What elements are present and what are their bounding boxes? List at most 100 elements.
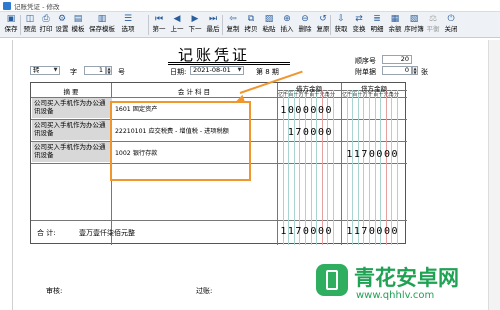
- chevron-down-icon[interactable]: ▼: [52, 67, 59, 74]
- total-label: 合 计:: [37, 229, 56, 237]
- toolbar-button-label: 关闭: [444, 25, 458, 33]
- digit-gridline: [352, 90, 354, 245]
- transform-icon: ⇄: [355, 14, 363, 24]
- total-words: 壹万壹仟柒佰元整: [79, 229, 135, 237]
- watermark-url: www.qhhlv.com: [356, 290, 435, 301]
- toolbar-button-label: 明细: [370, 25, 384, 33]
- attachments-unit: 张: [421, 68, 428, 76]
- title-bar: 记账凭证 - 修改: [0, 0, 500, 12]
- close-icon: ⏻: [447, 14, 455, 24]
- row-divider: [31, 220, 407, 221]
- balance-check-icon: ⚖: [428, 14, 438, 24]
- last-icon: ⏭: [208, 14, 218, 24]
- title-underline: [168, 62, 290, 65]
- toolbar-separator: [20, 15, 21, 35]
- toolbar-button-paste[interactable]: ▨ 粘贴: [260, 13, 278, 37]
- restore-icon: ↺: [319, 14, 327, 24]
- toolbar-button-label: 复原: [316, 25, 330, 33]
- window-title: 记账凭证 - 修改: [14, 3, 60, 11]
- preview-icon: ◫: [25, 14, 35, 24]
- toolbar-button-balance-check: ⚖ 平衡: [424, 13, 442, 37]
- toolbar-button-label: 下一: [188, 25, 202, 33]
- toolbar-button-detail[interactable]: ≣ 明细: [368, 13, 386, 37]
- toolbar-button-prev[interactable]: ◀ 上一: [168, 13, 186, 37]
- summary-header: 摘 要: [63, 88, 79, 96]
- toolbar: ▣ 保存 ◫ 预览 ⎙ 打印 ⚙ 设置 ▤ 模板 ▥ 保存模板 ☰ 选项 ⏮ 第一 ◀ 上一 ▶ 下一 ⏭ 最后 ⇦ 复制 ⧉ 拷…: [0, 12, 500, 38]
- paste-icon: ▨: [264, 14, 274, 24]
- first-icon: ⏮: [154, 14, 164, 24]
- debit-digit-labels: 亿千百十万千百十元角分: [278, 92, 336, 98]
- toolbar-button-options[interactable]: ☰ 选项: [118, 13, 138, 37]
- digit-gridline: [374, 90, 376, 245]
- voucher-number-field[interactable]: 1: [84, 66, 106, 75]
- toolbar-button-print[interactable]: ⎙ 打印: [38, 13, 54, 37]
- toolbar-button-label: 第一: [152, 25, 166, 33]
- digit-gridline: [346, 90, 348, 245]
- calendar-dropdown-icon[interactable]: ▼: [236, 67, 243, 74]
- digit-gridline: [385, 90, 387, 245]
- toolbar-button-label: 插入: [280, 25, 294, 33]
- number-label: 号: [118, 68, 125, 76]
- toolbar-button-label: 序时簿: [404, 25, 424, 33]
- toolbar-button-label: 模板: [71, 25, 85, 33]
- attachments-field[interactable]: 0: [382, 66, 412, 75]
- toolbar-button-save[interactable]: ▣ 保存: [2, 13, 20, 37]
- toolbar-button-label: 打印: [39, 25, 53, 33]
- insert-icon: ⊕: [283, 14, 291, 24]
- attachments-spinner[interactable]: ▲ ▼: [412, 66, 418, 75]
- toolbar-button-fetch[interactable]: ⇩ 获取: [332, 13, 350, 37]
- toolbar-button-label: 平衡: [426, 25, 440, 33]
- copy-icon: ⇦: [229, 14, 237, 24]
- toolbar-button-first[interactable]: ⏮ 第一: [150, 13, 168, 37]
- fetch-icon: ⇩: [337, 14, 345, 24]
- toolbar-button-settings[interactable]: ⚙ 设置: [54, 13, 70, 37]
- prev-icon: ◀: [173, 14, 181, 24]
- toolbar-button-close[interactable]: ⏻ 关闭: [442, 13, 460, 37]
- journal-icon: ▧: [409, 14, 419, 24]
- toolbar-button-preview[interactable]: ◫ 预览: [22, 13, 38, 37]
- toolbar-button-transform[interactable]: ⇄ 变换: [350, 13, 368, 37]
- sequence-field[interactable]: 20: [382, 55, 412, 64]
- toolbar-button-duplicate[interactable]: ⧉ 拷贝: [242, 13, 260, 37]
- summary-cell: 公司买入手机作为办公通讯设备: [32, 98, 112, 118]
- toolbar-button-balance[interactable]: ▦ 余额: [386, 13, 404, 37]
- toolbar-button-next[interactable]: ▶ 下一: [186, 13, 204, 37]
- balance-icon: ▦: [390, 14, 400, 24]
- settings-icon: ⚙: [57, 14, 67, 24]
- toolbar-button-journal[interactable]: ▧ 序时簿: [404, 13, 424, 37]
- toolbar-button-label: 上一: [170, 25, 184, 33]
- toolbar-button-label: 复制: [226, 25, 240, 33]
- toolbar-button-save-template[interactable]: ▥ 保存模板: [86, 13, 118, 37]
- toolbar-button-label: 粘贴: [262, 25, 276, 33]
- template-icon: ▤: [73, 14, 83, 24]
- digit-gridline: [380, 90, 382, 245]
- debit-amount: 1000000: [280, 105, 333, 116]
- options-icon: ☰: [123, 14, 133, 24]
- toolbar-button-label: 拷贝: [244, 25, 258, 33]
- toolbar-button-label: 最后: [206, 25, 220, 33]
- total-debit: 1170000: [280, 226, 333, 237]
- delete-icon: ⊖: [301, 14, 309, 24]
- toolbar-button-delete[interactable]: ⊖ 删除: [296, 13, 314, 37]
- print-icon: ⎙: [42, 14, 50, 24]
- sequence-label: 顺序号: [355, 57, 376, 65]
- save-icon: ▣: [6, 14, 16, 24]
- watermark-name: 青花安卓网: [354, 266, 459, 290]
- toolbar-button-label: 保存模板: [89, 25, 115, 33]
- toolbar-button-restore[interactable]: ↺ 复原: [314, 13, 332, 37]
- toolbar-button-label: 删除: [298, 25, 312, 33]
- summary-cell: 公司买入手机作为办公通讯设备: [32, 120, 112, 140]
- toolbar-button-last[interactable]: ⏭ 最后: [204, 13, 222, 37]
- next-icon: ▶: [191, 14, 199, 24]
- toolbar-button-template[interactable]: ▤ 模板: [70, 13, 86, 37]
- toolbar-button-copy[interactable]: ⇦ 复制: [224, 13, 242, 37]
- date-label: 日期:: [170, 68, 187, 76]
- number-spinner[interactable]: ▲ ▼: [106, 66, 112, 75]
- toolbar-button-label: 设置: [55, 25, 69, 33]
- toolbar-button-insert[interactable]: ⊕ 插入: [278, 13, 296, 37]
- reviewer-label: 审核:: [46, 287, 63, 295]
- column-divider: [341, 83, 342, 245]
- highlight-box: [110, 101, 251, 181]
- toolbar-button-label: 变换: [352, 25, 366, 33]
- toolbar-button-label: 预览: [23, 25, 37, 33]
